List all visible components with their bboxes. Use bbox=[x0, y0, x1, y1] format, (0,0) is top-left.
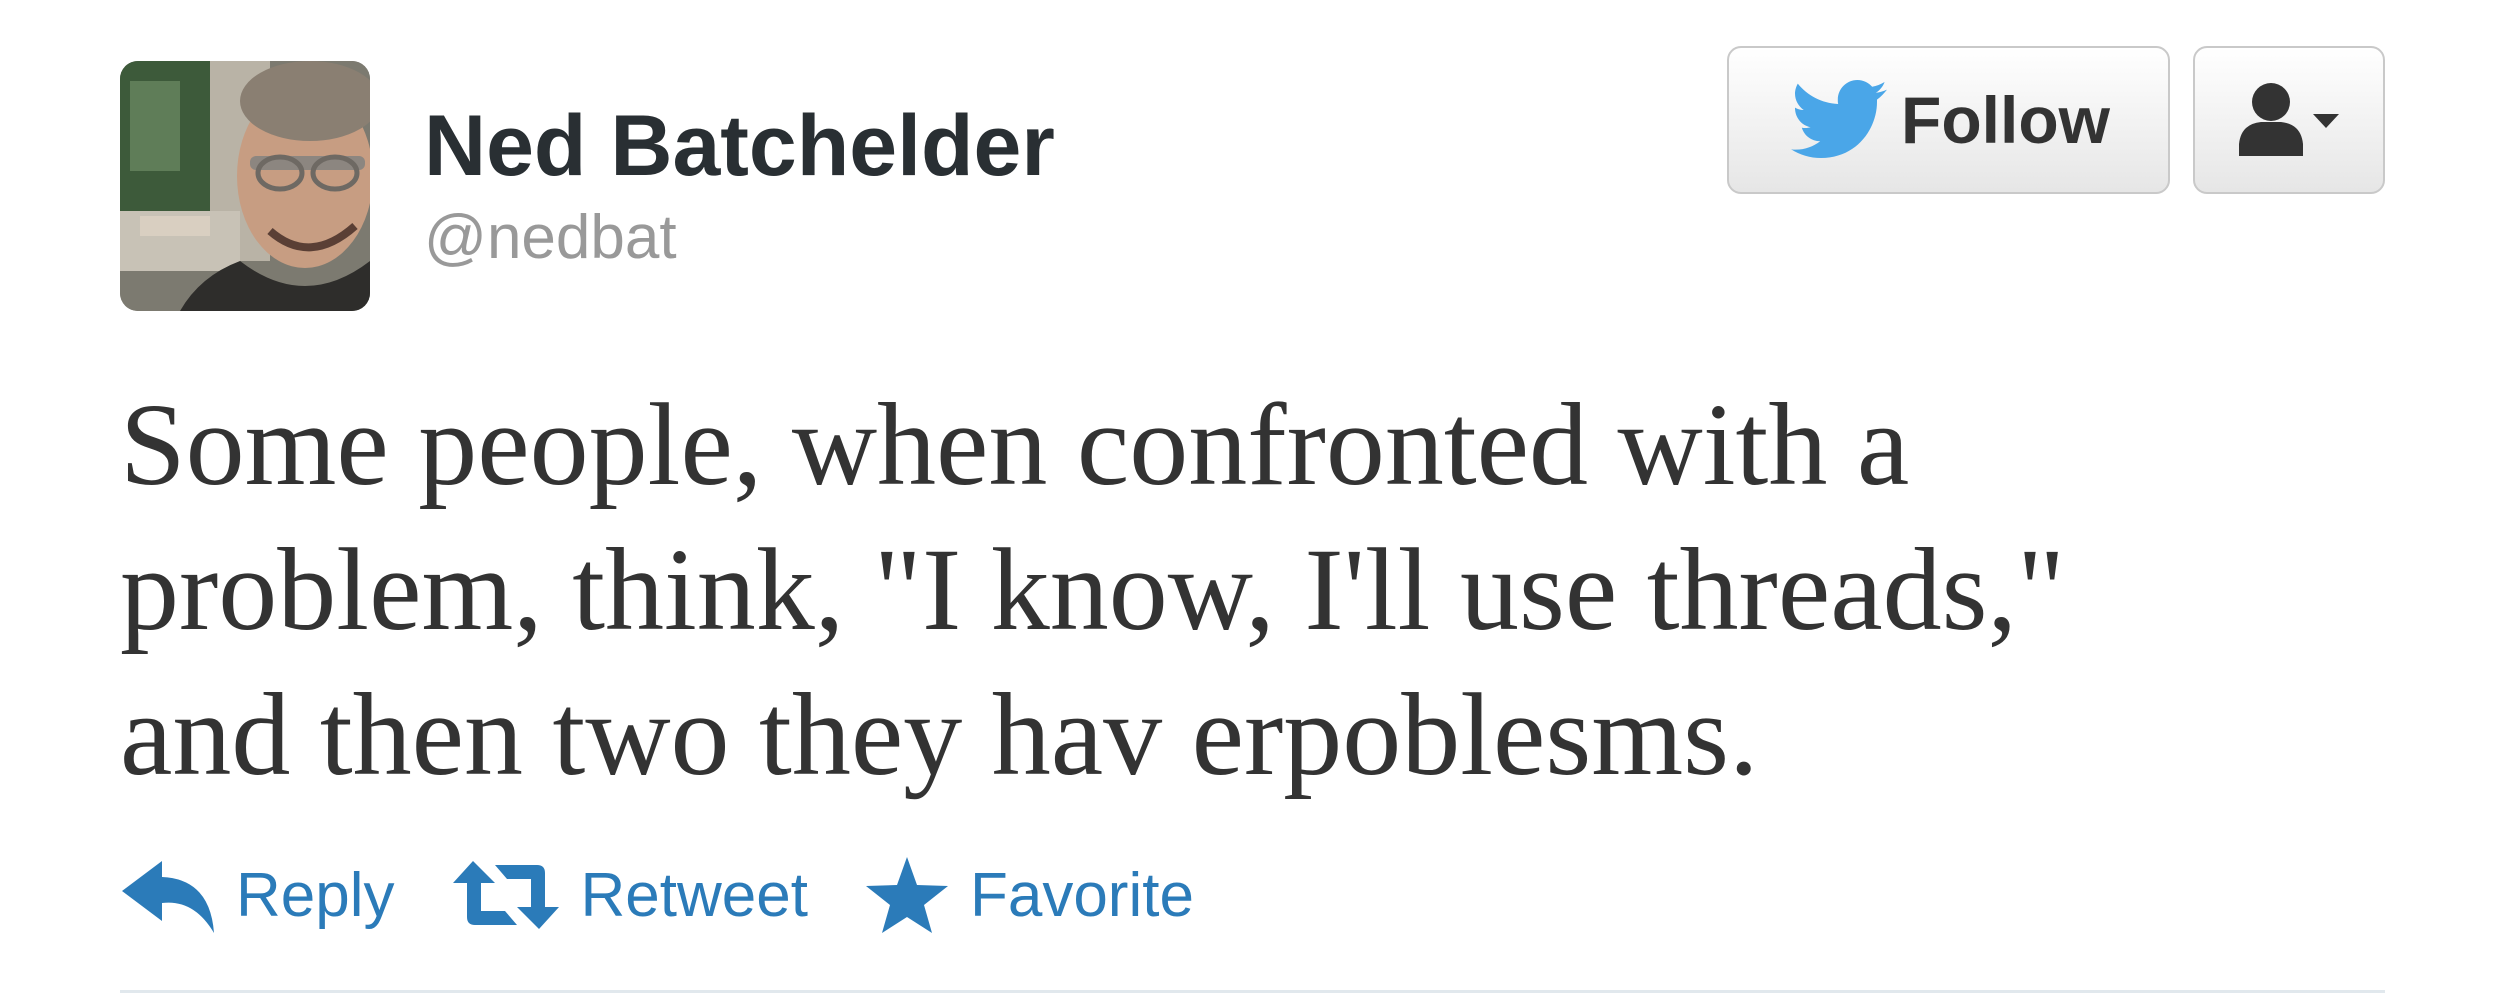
star-icon bbox=[865, 857, 948, 933]
twitter-bird-icon bbox=[1791, 80, 1888, 158]
tweet-actions: Reply Retweet Favorite bbox=[120, 850, 1250, 940]
favorite-action[interactable]: Favorite bbox=[864, 855, 1194, 935]
retweet-action[interactable]: Retweet bbox=[451, 855, 808, 935]
author-display-name[interactable]: Ned Batchelder bbox=[424, 96, 1055, 196]
retweet-icon bbox=[452, 861, 559, 929]
reply-label: Reply bbox=[236, 860, 395, 930]
tweet-card: Ned Batchelder @nedbat Follow Some peopl… bbox=[0, 0, 2504, 997]
retweet-label: Retweet bbox=[580, 860, 808, 930]
reply-arrow-icon bbox=[122, 861, 214, 933]
follow-button-label: Follow bbox=[1901, 83, 2110, 157]
favorite-label: Favorite bbox=[969, 860, 1194, 930]
avatar[interactable] bbox=[120, 61, 370, 311]
follow-button[interactable]: Follow bbox=[1727, 46, 2170, 194]
author-screen-name[interactable]: @nedbat bbox=[424, 200, 677, 276]
tweet-text: Some people, when confronted with a prob… bbox=[120, 379, 2066, 800]
user-actions-button[interactable] bbox=[2193, 46, 2385, 194]
divider bbox=[120, 990, 2385, 993]
reply-action[interactable]: Reply bbox=[120, 855, 395, 935]
user-dropdown-icon bbox=[2239, 83, 2339, 156]
